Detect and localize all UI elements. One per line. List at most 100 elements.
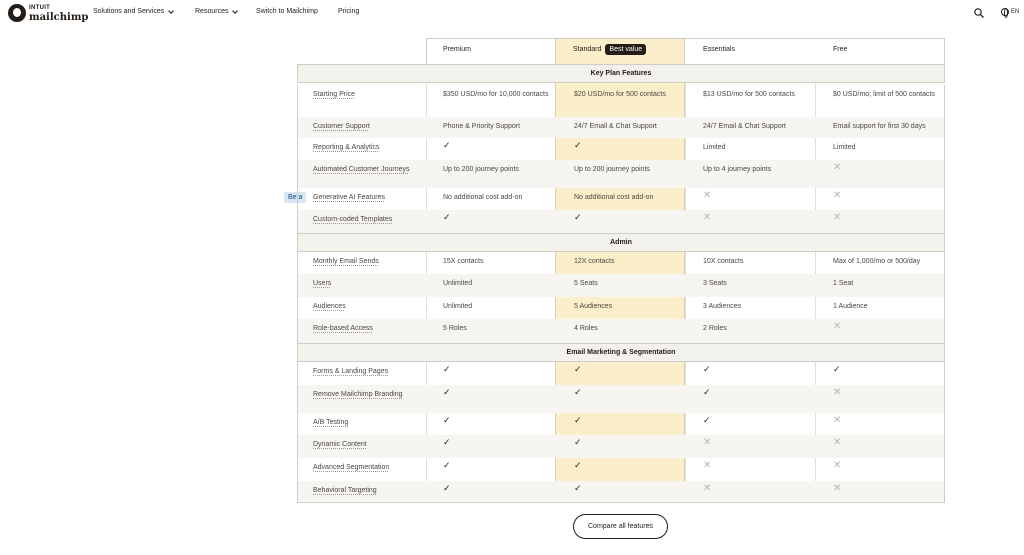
- feature-name-link[interactable]: Reporting & Analytics: [313, 143, 413, 153]
- check-icon: ✓: [443, 415, 451, 425]
- nav-switch-to-mailchimp[interactable]: Switch to Mailchimp: [256, 8, 318, 15]
- plan-standard-value: 4 Roles: [574, 325, 598, 332]
- check-icon: ✓: [443, 437, 451, 447]
- feature-row: Monthly Email Sends 15X contacts 12X conta…: [297, 252, 945, 274]
- plan-essentials-header: Essentials: [703, 46, 735, 53]
- check-icon: ✓: [443, 387, 451, 397]
- plan-essentials-value: $13 USD/mo for 500 contacts: [703, 91, 795, 98]
- language-label: EN: [1011, 9, 1020, 15]
- feature-name-link[interactable]: Role-based Access: [313, 324, 413, 334]
- feature-name-link[interactable]: Automated Customer Journeys: [313, 165, 413, 175]
- mailchimp-logo[interactable]: INTUIT mailchimp: [8, 3, 88, 23]
- language-selector[interactable]: EN: [1001, 8, 1020, 18]
- cross-icon: ✕: [703, 212, 712, 223]
- plan-standard-value: 24/7 Email & Chat Support: [574, 123, 657, 130]
- feature-row: A/B Testing ✓ ✓ ✓ ✕: [297, 413, 945, 435]
- plan-premium-value: Unlimited: [443, 303, 473, 310]
- plan-standard-value: 12X contacts: [574, 258, 615, 265]
- plan-essentials-value: 2 Roles: [703, 325, 727, 332]
- plan-premium-value: Up to 200 journey points: [443, 166, 519, 173]
- check-icon: ✓: [574, 387, 582, 397]
- check-icon: ✓: [703, 415, 711, 425]
- feature-row: Custom-coded Templates ✓ ✓ ✕ ✕: [297, 210, 945, 233]
- plan-premium-value: $350 USD/mo for 10,000 contacts: [443, 91, 549, 98]
- feature-name-link[interactable]: A/B Testing: [313, 418, 413, 428]
- section-header: Admin: [297, 233, 945, 252]
- feature-row: Customer Support Phone & Priority Support…: [297, 117, 945, 138]
- feature-row: Dynamic Content ✓ ✓ ✕ ✕: [297, 435, 945, 458]
- feature-name-link[interactable]: Users: [313, 279, 413, 289]
- section-header: Email Marketing & Segmentation: [297, 343, 945, 362]
- feature-name-link[interactable]: Monthly Email Sends: [313, 257, 413, 267]
- feature-name-link[interactable]: Advanced Segmentation: [313, 463, 413, 473]
- feature-row: Audiences Unlimited 5 Audiences 3 Audiences…: [297, 297, 945, 319]
- plan-standard-label: Standard: [573, 46, 602, 53]
- nav-resources[interactable]: Resources: [195, 7, 239, 15]
- feature-row: Behavioral Targeting ✓ ✓ ✕ ✕: [297, 481, 945, 503]
- feature-name-link[interactable]: Starting Price: [313, 90, 413, 100]
- plan-essentials-value: Up to 4 journey points: [703, 166, 772, 173]
- feature-row: Forms & Landing Pages ✓ ✓ ✓ ✓: [297, 362, 945, 385]
- check-icon: ✓: [443, 460, 451, 470]
- compare-all-features-button[interactable]: Compare all features: [573, 514, 668, 539]
- plan-essentials-value: 10X contacts: [703, 258, 744, 265]
- plan-free-value: Email support for first 30 days: [833, 123, 926, 130]
- feature-name-link[interactable]: Audiences: [313, 302, 413, 312]
- plan-header-row: Premium Standard Best value Essentials Fr…: [426, 38, 945, 64]
- plan-standard-value: No additional cost add-on: [574, 194, 654, 201]
- plan-free-header: Free: [833, 46, 848, 53]
- plan-premium-value: Phone & Priority Support: [443, 123, 521, 130]
- chevron-down-icon: [168, 7, 175, 14]
- check-icon: ✓: [574, 364, 582, 374]
- nav-label: Resources: [195, 8, 229, 15]
- plan-premium-value: 5 Roles: [443, 325, 467, 332]
- cross-icon: ✕: [703, 460, 712, 471]
- cross-icon: ✕: [703, 483, 712, 494]
- chevron-down-icon: [232, 7, 239, 14]
- plan-essentials-value: 24/7 Email & Chat Support: [703, 123, 786, 130]
- nav-label: Solutions and Services: [93, 8, 165, 15]
- feature-name-link[interactable]: Customer Support: [313, 122, 413, 132]
- search-icon[interactable]: [974, 8, 984, 18]
- check-icon: ✓: [443, 483, 451, 493]
- feature-name-link[interactable]: Generative AI Features: [313, 193, 413, 203]
- logo-mailchimp-text: mailchimp: [29, 11, 89, 23]
- feature-name-link[interactable]: Forms & Landing Pages: [313, 367, 413, 377]
- cross-icon: ✕: [833, 162, 842, 173]
- cross-icon: ✕: [833, 460, 842, 471]
- nav-label: Pricing: [338, 8, 360, 15]
- feature-name-link[interactable]: Behavioral Targeting: [313, 486, 413, 496]
- feature-name-link[interactable]: Custom-coded Templates: [313, 215, 413, 225]
- check-icon: ✓: [703, 364, 711, 374]
- best-value-badge: Best value: [605, 44, 647, 55]
- check-icon: ✓: [574, 483, 582, 493]
- logo-intuit-text: INTUIT: [29, 4, 51, 11]
- check-icon: ✓: [574, 460, 582, 470]
- plan-essentials-value: 3 Audiences: [703, 303, 742, 310]
- check-icon: ✓: [574, 437, 582, 447]
- check-icon: ✓: [574, 140, 582, 150]
- feature-row: Automated Customer Journeys Up to 200 jou…: [297, 160, 945, 188]
- cross-icon: ✕: [833, 437, 842, 448]
- feature-row: Users Unlimited 5 Seats 3 Seats 1 Seat: [297, 274, 945, 297]
- check-icon: ✓: [443, 212, 451, 222]
- plan-free-value: Max of 1,000/mo or 500/day: [833, 258, 921, 265]
- cross-icon: ✕: [833, 190, 842, 201]
- section-header: Key Plan Features: [297, 64, 945, 83]
- plan-standard-header: Standard Best value: [573, 44, 647, 55]
- check-icon: ✓: [833, 364, 841, 374]
- nav-solutions-and-services[interactable]: Solutions and Services: [93, 7, 175, 15]
- feature-row: Advanced Segmentation ✓ ✓ ✕ ✕: [297, 458, 945, 481]
- check-icon: ✓: [574, 212, 582, 222]
- top-nav: INTUIT mailchimp Solutions and Services …: [0, 0, 1024, 26]
- globe-icon: [1001, 8, 1009, 18]
- plan-standard-value: 5 Audiences: [574, 303, 613, 310]
- plan-essentials-value: Limited: [703, 144, 726, 151]
- check-icon: ✓: [443, 140, 451, 150]
- cross-icon: ✕: [833, 483, 842, 494]
- feature-name-link[interactable]: Dynamic Content: [313, 440, 413, 450]
- cross-icon: ✕: [833, 321, 842, 332]
- feature-row: Reporting & Analytics ✓ ✓ Limited Limited: [297, 138, 945, 160]
- feature-name-link[interactable]: Remove Mailchimp Branding: [313, 390, 413, 400]
- nav-pricing[interactable]: Pricing: [338, 8, 359, 15]
